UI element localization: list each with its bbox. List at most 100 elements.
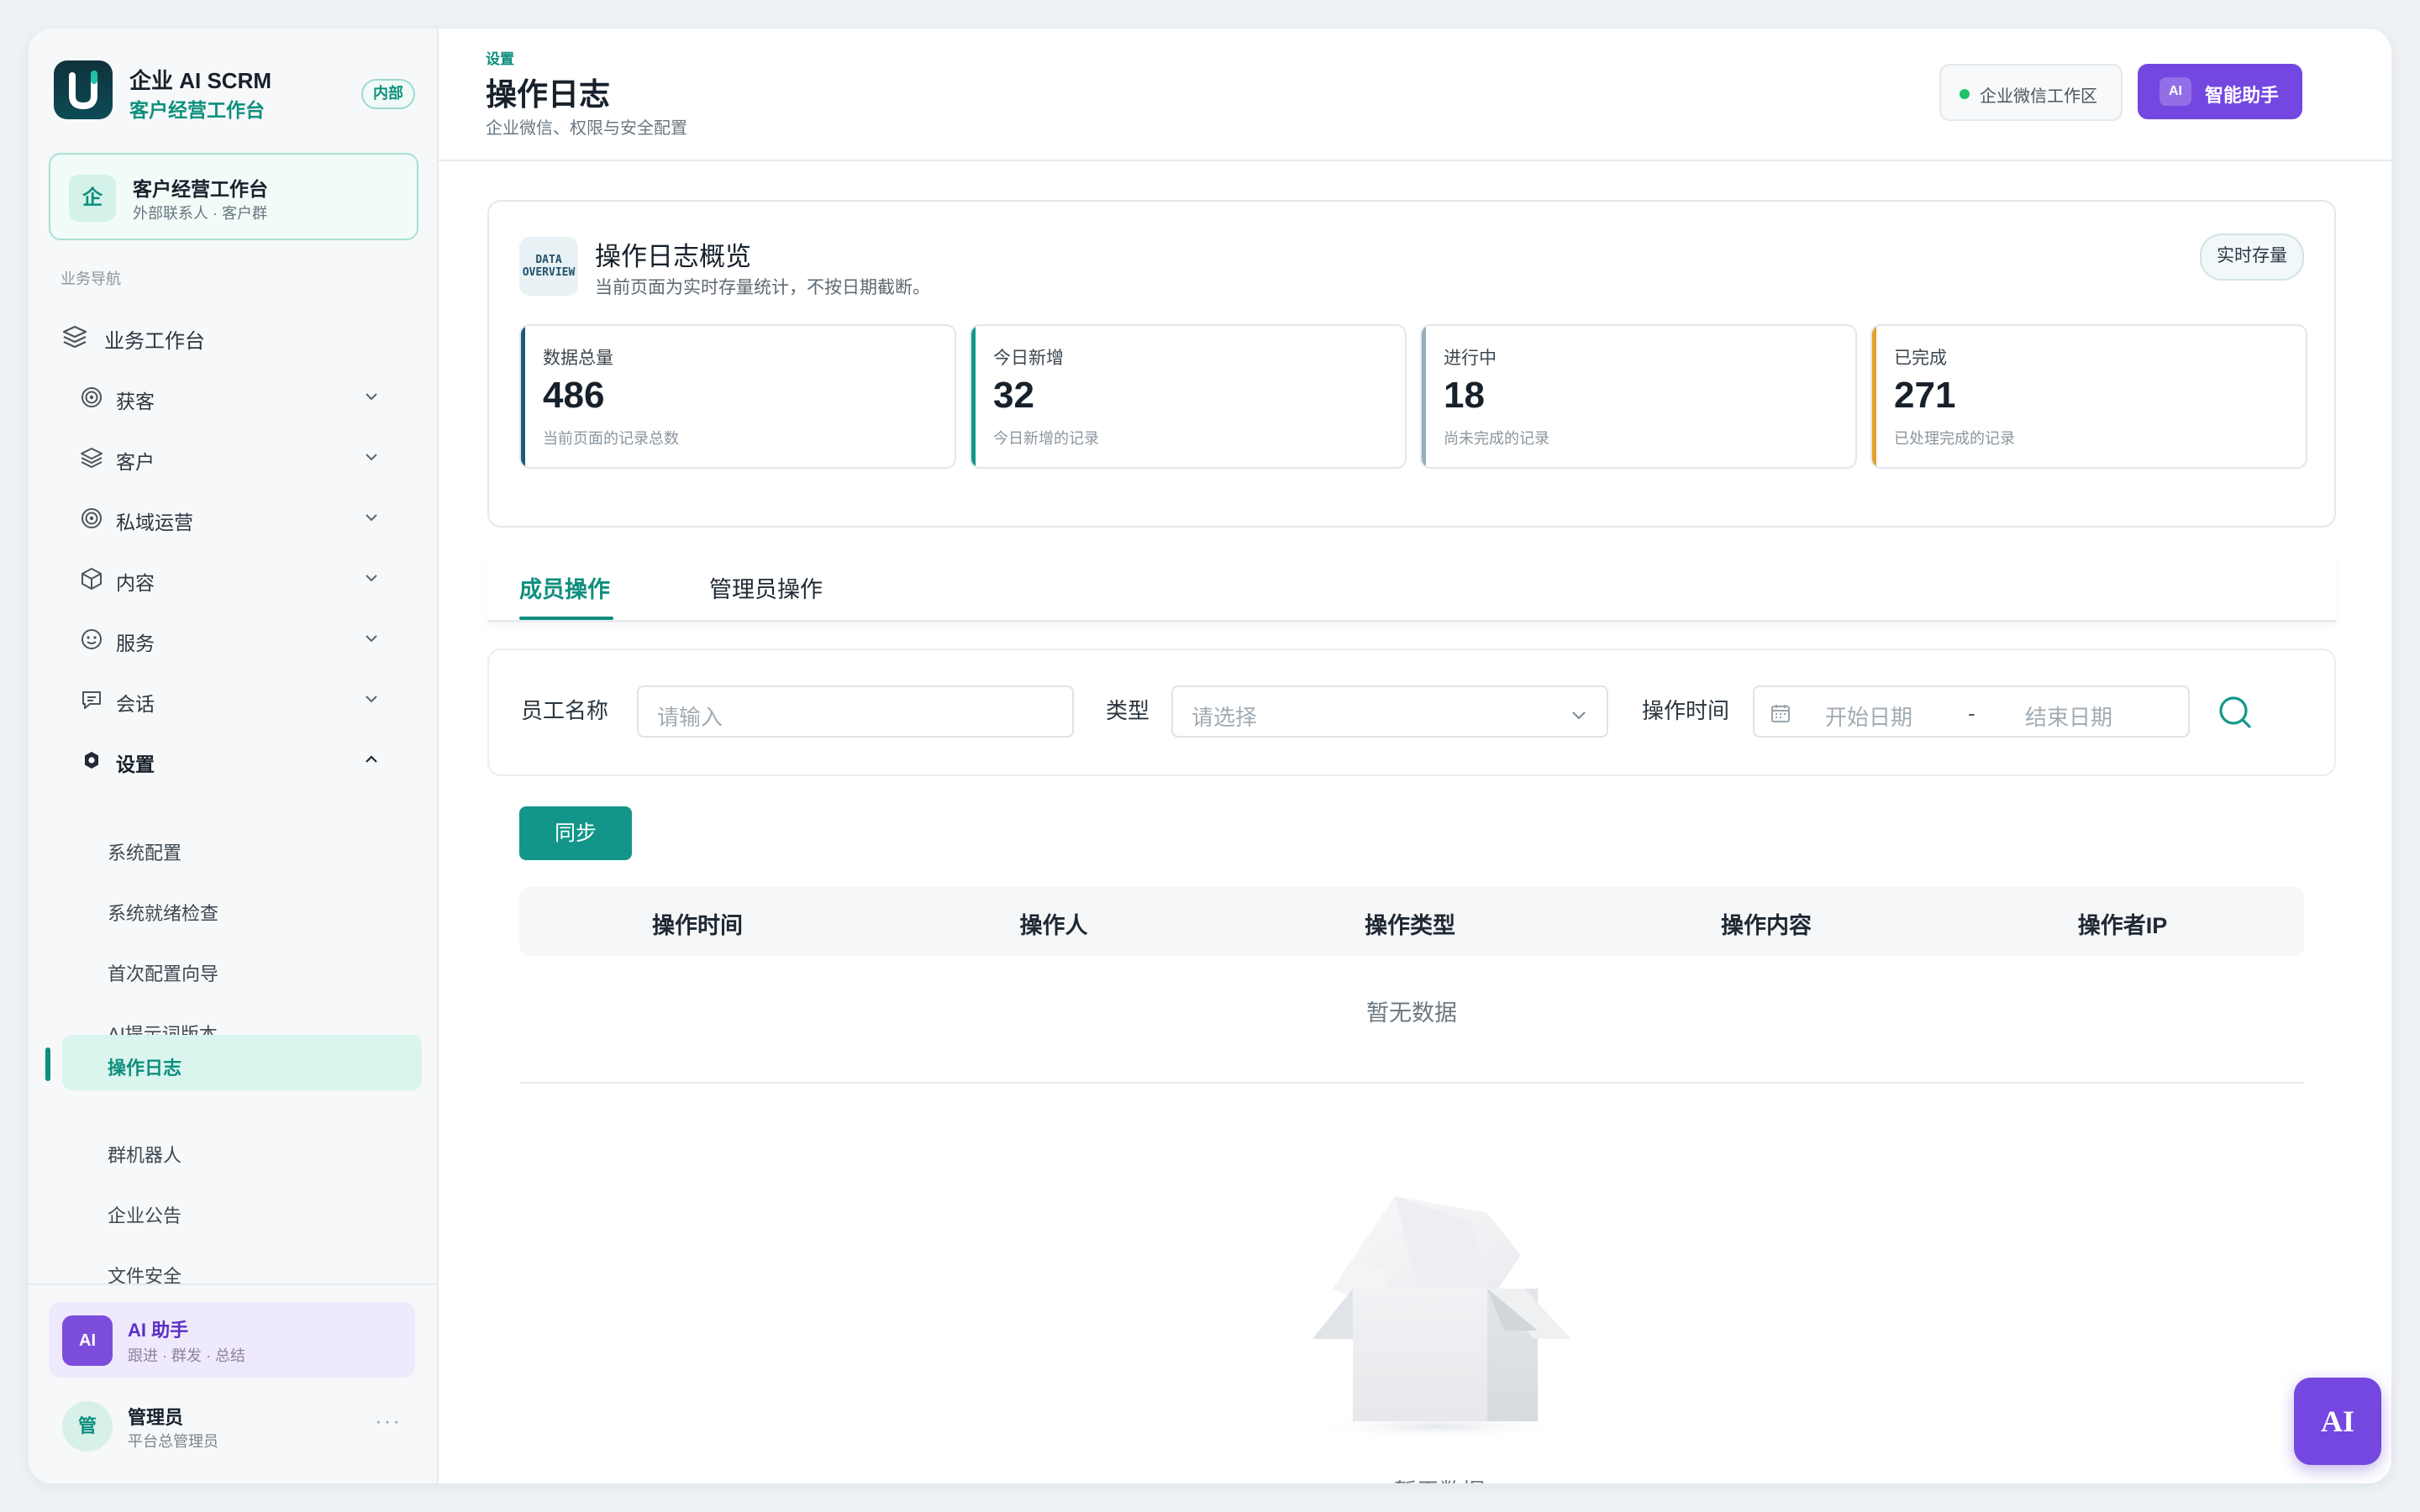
settings-icon [85,752,98,769]
stat-value: 271 [1894,375,1956,416]
type-placeholder: 请选择 [1192,705,1258,730]
smart-assistant-button[interactable]: AI 智能助手 [2138,64,2302,119]
ai-icon: AI [62,1315,113,1366]
user-name: 管理员 [128,1407,184,1428]
ai-assistant-card[interactable]: AI AI 助手 跟进 · 群发 · 总结 [49,1302,415,1378]
workspace-icon: 企 [69,175,116,222]
data-overview-icon: DATA OVERVIEW [519,237,578,296]
sidebar-item-label: 私域运营 [116,512,193,533]
tab-admin-operations[interactable]: 管理员操作 [709,571,823,604]
chevron-down-icon [1572,711,1586,720]
stat-accent-bar [1872,326,1876,467]
column-header-ip[interactable]: 操作者IP [1944,907,2301,940]
sidebar-item-service[interactable]: 服务 [79,615,415,662]
stat-label: 数据总量 [543,349,613,368]
workspace-chip[interactable]: 企业微信工作区 [1939,64,2123,121]
employee-name-input[interactable]: 请输入 [637,685,1074,738]
empty-box-icon [1311,1196,1571,1440]
smart-assistant-label: 智能助手 [2205,85,2280,106]
breadcrumb[interactable]: 设置 [486,47,514,68]
workspace-chip-label: 企业微信工作区 [1980,87,2097,106]
sidebar-item-private-operations[interactable]: 私域运营 [79,494,415,541]
sidebar-subitem-group-robot[interactable]: 群机器人 [62,1122,422,1178]
sidebar-item-label: 设置 [116,753,155,775]
page-subtitle: 企业微信、权限与安全配置 [486,119,687,138]
status-dot-icon [1960,89,1970,99]
sidebar-item-label: 获客 [116,391,155,412]
user-role: 平台总管理员 [128,1433,218,1450]
sidebar-subitem-setup-wizard[interactable]: 首次配置向导 [62,941,422,996]
chevron-down-icon [366,514,377,522]
data-overview-icon-line: OVERVIEW [522,266,576,279]
sidebar-subitem-label: 首次配置向导 [108,963,219,984]
ai-card-title: AI 助手 [128,1320,189,1341]
sidebar-item-label: 内容 [116,572,155,594]
empty-row-text: 暂无数据 [1366,1000,1457,1026]
column-header-operator[interactable]: 操作人 [876,907,1232,940]
sidebar-item-conversations[interactable]: 会话 [79,675,415,722]
page-header: 设置 操作日志 企业微信、权限与安全配置 企业微信工作区 AI 智能助手 [439,29,2391,161]
sidebar: 企业 AI SCRM 客户经营工作台 内部 企 客户经营工作台 外部联系人 · … [29,29,439,1483]
overview-subtitle: 当前页面为实时存量统计，不按日期截断。 [595,278,930,297]
column-header-type[interactable]: 操作类型 [1232,907,1588,940]
sidebar-item-content[interactable]: 内容 [79,554,415,601]
sidebar-divider [29,1284,437,1285]
layers-icon [62,325,87,349]
employee-name-label: 员工名称 [521,698,609,723]
sidebar-subitem-system-config[interactable]: 系统配置 [62,820,422,875]
sidebar-item-customers[interactable]: 客户 [79,433,415,480]
stat-card-completed: 已完成 271 已处理完成的记录 [1870,324,2307,469]
target-icon [82,387,102,407]
stat-value: 18 [1444,375,1485,416]
sidebar-item-business-workbench[interactable]: 业务工作台 [60,316,413,358]
user-profile[interactable]: 管 管理员 平台总管理员 ··· [49,1393,415,1460]
employee-name-placeholder: 请输入 [657,705,723,730]
sidebar-subitem-label: 操作日志 [108,1058,182,1079]
date-range-picker[interactable]: 开始日期 - 结束日期 [1753,685,2190,738]
sidebar-subitem-label: 系统配置 [108,843,182,864]
stat-description: 已处理完成的记录 [1894,430,2015,447]
type-label: 类型 [1106,698,1150,723]
layers-icon [81,448,103,469]
sidebar-subitem-label: 系统就绪检查 [108,903,219,924]
column-header-time[interactable]: 操作时间 [519,907,876,940]
stat-description: 今日新增的记录 [993,430,1099,447]
active-tab-underline [519,617,613,620]
stat-description: 尚未完成的记录 [1444,430,1549,447]
stat-accent-bar [521,326,525,467]
brand[interactable]: 企业 AI SCRM 客户经营工作台 内部 [54,60,415,123]
date-separator: - [1968,701,1975,726]
type-select[interactable]: 请选择 [1171,685,1608,738]
sidebar-item-acquisition[interactable]: 获客 [79,373,415,420]
ai-badge-icon: AI [2160,77,2191,106]
chat-icon [82,691,101,709]
column-header-content[interactable]: 操作内容 [1588,907,1944,940]
brand-logo-icon [54,60,113,119]
stat-label: 进行中 [1444,349,1497,368]
more-icon[interactable]: ··· [375,1408,402,1434]
avatar: 管 [62,1401,113,1452]
sidebar-subitem-operation-log[interactable]: 操作日志 [62,1035,422,1090]
realtime-tag[interactable]: 实时存量 [2200,234,2304,281]
end-date-placeholder[interactable]: 结束日期 [2025,701,2112,732]
search-icon[interactable] [2215,692,2255,732]
tab-member-operations[interactable]: 成员操作 [519,571,610,604]
brand-subtitle: 客户经营工作台 [129,99,265,121]
workspace-card[interactable]: 企 客户经营工作台 外部联系人 · 客户群 [49,153,418,240]
chevron-down-icon [366,393,377,401]
floating-ai-button[interactable]: AI [2294,1378,2381,1465]
start-date-placeholder[interactable]: 开始日期 [1825,701,1912,732]
sidebar-subitem-file-security[interactable]: 文件安全 [62,1243,422,1299]
log-tabs: 成员操作 管理员操作 [487,553,2336,622]
stat-card-today: 今日新增 32 今日新增的记录 [970,324,1407,469]
stat-value: 486 [543,375,605,416]
sidebar-item-settings[interactable]: 设置 [79,736,415,783]
chevron-down-icon [366,635,377,643]
page-title: 操作日志 [486,77,610,112]
sidebar-subitem-readiness-check[interactable]: 系统就绪检查 [62,880,422,936]
cube-icon [82,568,102,590]
chevron-up-icon [366,755,377,763]
sidebar-subitem-announcements[interactable]: 企业公告 [62,1183,422,1238]
sync-button[interactable]: 同步 [519,806,632,860]
workspace-title: 客户经营工作台 [133,178,268,200]
